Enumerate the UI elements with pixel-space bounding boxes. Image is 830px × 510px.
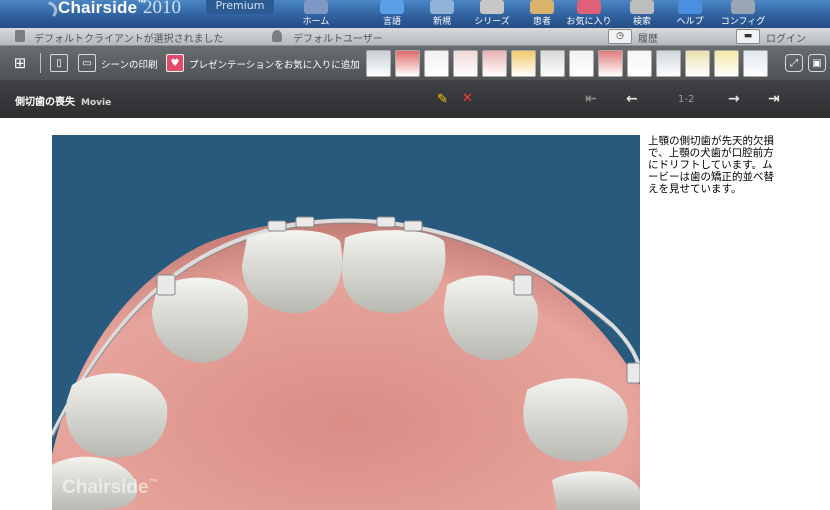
nav-new[interactable]: 新規 [422,0,462,28]
bracket [376,216,396,228]
fullscreen-icon[interactable]: ⤢ [785,54,803,72]
scene-thumbnail[interactable] [656,50,681,77]
nav-search[interactable]: 検索 [622,0,662,28]
add-favorite-button[interactable]: プレゼンテーションをお気に入りに追加 [189,57,360,71]
help-icon [678,0,702,14]
chairside-watermark: Chairside™ [62,477,158,498]
toolbar-divider [40,53,41,73]
scene-thumbnail[interactable] [424,50,449,77]
nav-language[interactable]: 言語 [372,0,412,28]
status-bar: デフォルトクライアントが選択されました デフォルトユーザー ◷ 履歴 ▬ ログイ… [0,28,830,46]
scene-thumbnail[interactable] [482,50,507,77]
scene-thumbnail[interactable] [685,50,710,77]
lock-icon[interactable]: ▬ [736,29,760,44]
scene-title: 側切歯の喪失 Movie [15,97,112,108]
history-clock-icon[interactable]: ◷ [608,29,632,44]
config-icon [731,0,755,14]
scene-thumbnail[interactable] [627,50,652,77]
history-link[interactable]: 履歴 [638,30,658,45]
search-icon [630,0,654,14]
patient-icon [530,0,554,14]
nav-help[interactable]: ヘルプ [670,0,710,28]
tooth-premolar-left [65,373,168,458]
pin-icon [15,30,25,42]
bracket [626,362,640,384]
dental-arch-illustration [52,216,640,510]
scene-thumbnail[interactable] [598,50,623,77]
scene-thumbnail[interactable] [453,50,478,77]
first-page-icon[interactable]: ⇤ [585,91,597,107]
scene-thumbnail[interactable] [569,50,594,77]
scene-type: Movie [81,98,112,108]
app-name: Chairside™ [58,0,147,17]
series-icon [480,0,504,14]
page-indicator: 1-2 [678,94,695,105]
nav-favorites[interactable]: お気に入り [564,0,614,28]
presentation-mode-icon[interactable]: ▣ [808,54,826,72]
top-header: Chairside™ 2010 Premium ホーム 言語 新規 シリーズ 患… [0,0,830,35]
bracket [156,274,176,296]
bracket [267,220,287,232]
print-icon[interactable]: ▭ [78,54,96,72]
favorites-icon [577,0,601,14]
next-page-icon[interactable]: → [728,91,740,107]
bracket [403,220,423,232]
app-year: 2010 [143,0,181,18]
scene-thumbnail[interactable] [511,50,536,77]
document-icon[interactable]: ▯ [50,54,68,72]
scene-thumbnail[interactable] [366,50,391,77]
delete-x-icon[interactable]: ✕ [462,91,473,106]
bracket [295,216,315,228]
previous-page-icon[interactable]: ← [626,91,638,107]
scene-title-bar: 側切歯の喪失 Movie ✎ ✕ ⇤ ← 1-2 → ⇥ [0,80,830,118]
nav-home[interactable]: ホーム [296,0,336,28]
language-icon [380,0,404,14]
login-link[interactable]: ログイン [766,30,806,45]
bracket [513,274,533,296]
edition-badge: Premium [206,0,274,14]
heart-icon[interactable]: ♥ [166,54,184,72]
nav-config[interactable]: コンフィグ [718,0,768,28]
new-icon [430,0,454,14]
client-status[interactable]: デフォルトクライアントが選択されました [34,30,224,45]
scene-thumbnail[interactable] [714,50,739,77]
user-icon [272,30,282,42]
home-icon [304,0,328,14]
content-area: 上顎の側切歯が先天的欠損で、上顎の犬歯が口腔前方にドリフトしています。ムービーは… [0,118,830,510]
nav-patient[interactable]: 患者 [522,0,562,28]
print-scene-button[interactable]: シーンの印刷 [101,57,158,71]
grid-view-icon[interactable]: ⊞ [11,54,29,72]
scene-thumbnail[interactable] [395,50,420,77]
app-logo: Chairside™ 2010 [0,0,205,35]
nav-series[interactable]: シリーズ [470,0,514,28]
last-page-icon[interactable]: ⇥ [768,91,780,107]
movie-player[interactable] [52,135,640,510]
toolbar: ⊞ ▯ ▭ シーンの印刷 ♥ プレゼンテーションをお気に入りに追加 ⤢ ▣ [0,46,830,80]
user-status[interactable]: デフォルトユーザー [293,30,383,45]
scene-description: 上顎の側切歯が先天的欠損で、上顎の犬歯が口腔前方にドリフトしています。ムービーは… [648,135,774,195]
edit-pencil-icon[interactable]: ✎ [437,92,448,107]
scene-thumbnail[interactable] [540,50,565,77]
scene-thumbnail[interactable] [743,50,768,77]
